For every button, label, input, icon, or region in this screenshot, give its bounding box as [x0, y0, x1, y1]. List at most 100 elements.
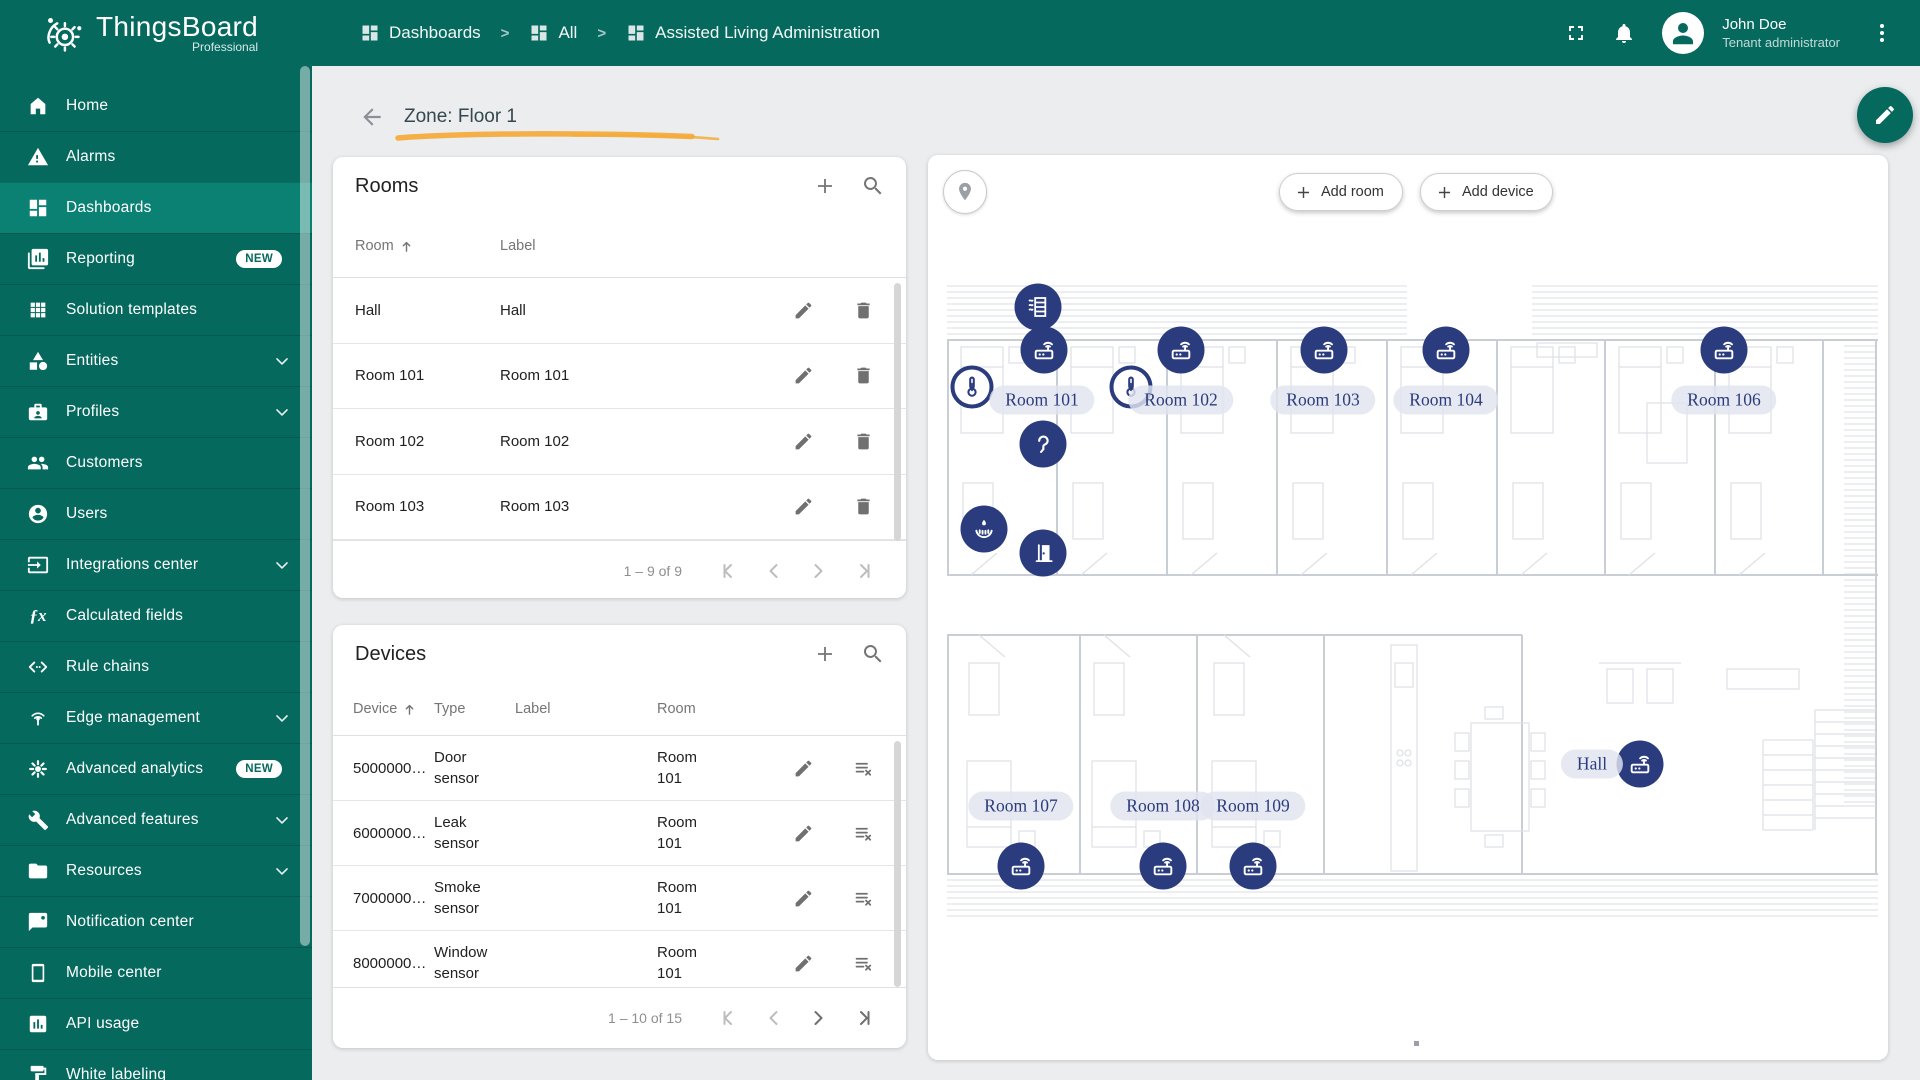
edit-room-button[interactable]	[786, 490, 820, 524]
breadcrumb-item-all[interactable]: All	[529, 23, 577, 43]
sidebar-item-mobile-center[interactable]: Mobile center	[0, 947, 312, 998]
edit-room-button[interactable]	[786, 293, 820, 327]
add-room-button[interactable]: Add room	[1279, 173, 1403, 211]
gateway-marker[interactable]	[1229, 842, 1277, 890]
room-table-row[interactable]: Room 101 Room 101	[333, 344, 906, 409]
sidebar-item-dashboards[interactable]: Dashboards	[0, 182, 312, 233]
sidebar-item-alarms[interactable]: Alarms	[0, 131, 312, 182]
gateway-marker[interactable]	[1700, 326, 1748, 374]
unassign-device-button[interactable]	[846, 751, 880, 785]
edit-room-button[interactable]	[786, 359, 820, 393]
sidebar-item-white-labeling[interactable]: White labeling	[0, 1049, 312, 1080]
door-marker[interactable]	[1019, 529, 1067, 577]
rooms-table-scrollbar[interactable]	[894, 283, 901, 541]
gateway-marker[interactable]	[1300, 326, 1348, 374]
devices-sort-header[interactable]: Device	[333, 701, 434, 718]
building-marker[interactable]	[1014, 283, 1062, 331]
delete-room-button[interactable]	[846, 424, 880, 458]
map-label-room-107[interactable]: Room 107	[968, 791, 1074, 821]
sidebar-item-resources[interactable]: Resources	[0, 845, 312, 896]
map-label-hall[interactable]: Hall	[1560, 749, 1624, 779]
devices-label-header[interactable]: Label	[515, 701, 657, 717]
rooms-sort-header[interactable]: Room	[333, 238, 500, 255]
hook-marker[interactable]	[1019, 420, 1067, 468]
breadcrumb-item-assisted-living-administration[interactable]: Assisted Living Administration	[626, 23, 880, 43]
fullscreen-button[interactable]	[1556, 13, 1596, 53]
leak-marker[interactable]	[960, 505, 1008, 553]
devices-search-button[interactable]	[856, 637, 890, 671]
gateway-marker[interactable]	[1422, 326, 1470, 374]
map-label-room-101[interactable]: Room 101	[989, 385, 1095, 415]
gateway-marker[interactable]	[997, 842, 1045, 890]
map-label-room-109[interactable]: Room 109	[1200, 791, 1306, 821]
map-label-room-104[interactable]: Room 104	[1393, 385, 1499, 415]
delete-room-button[interactable]	[846, 359, 880, 393]
first-page-button[interactable]	[708, 551, 752, 591]
unassign-device-button[interactable]	[846, 816, 880, 850]
unassign-device-button[interactable]	[846, 881, 880, 915]
add-device-row-button[interactable]	[808, 637, 842, 671]
previous-page-button[interactable]	[752, 998, 796, 1038]
sidebar-item-solution-templates[interactable]: Solution templates	[0, 284, 312, 335]
edit-device-button[interactable]	[786, 946, 820, 980]
sidebar-item-notification-center[interactable]: Notification center	[0, 896, 312, 947]
room-table-row[interactable]: Room 102 Room 102	[333, 409, 906, 475]
breadcrumb-item-dashboards[interactable]: Dashboards	[360, 23, 481, 43]
devices-type-header[interactable]: Type	[434, 701, 515, 717]
unassign-device-button[interactable]	[846, 946, 880, 980]
add-room-row-button[interactable]	[808, 169, 842, 203]
rooms-search-button[interactable]	[856, 169, 890, 203]
gateway-marker[interactable]	[1616, 740, 1664, 788]
add-device-button[interactable]: Add device	[1420, 173, 1553, 211]
sidebar-item-rule-chains[interactable]: Rule chains	[0, 641, 312, 692]
rooms-label-header[interactable]: Label	[500, 238, 906, 254]
map-position-button[interactable]	[943, 170, 987, 214]
edit-room-button[interactable]	[786, 424, 820, 458]
next-page-button[interactable]	[796, 998, 840, 1038]
last-page-button[interactable]	[840, 998, 884, 1038]
notifications-button[interactable]	[1604, 13, 1644, 53]
sidebar-scrollbar[interactable]	[300, 66, 310, 946]
sidebar-item-calculated-fields[interactable]: ƒx Calculated fields	[0, 590, 312, 641]
devices-table-scrollbar[interactable]	[894, 741, 901, 987]
devices-room-header[interactable]: Room	[657, 701, 721, 717]
last-page-button[interactable]	[840, 551, 884, 591]
sidebar-item-customers[interactable]: Customers	[0, 437, 312, 488]
user-menu-button[interactable]	[1862, 13, 1902, 53]
sidebar-item-edge-management[interactable]: Edge management	[0, 692, 312, 743]
edit-device-button[interactable]	[786, 751, 820, 785]
gateway-marker[interactable]	[1157, 326, 1205, 374]
sidebar-item-entities[interactable]: Entities	[0, 335, 312, 386]
device-table-row[interactable]: 8000000… Window sensor Room 101	[333, 931, 906, 987]
edit-device-button[interactable]	[786, 816, 820, 850]
edit-dashboard-fab[interactable]	[1857, 87, 1913, 143]
map-label-room-106[interactable]: Room 106	[1671, 385, 1777, 415]
next-page-button[interactable]	[796, 551, 840, 591]
device-table-row[interactable]: 7000000… Smoke sensor Room 101	[333, 866, 906, 931]
thermometer-marker[interactable]	[950, 365, 994, 409]
avatar[interactable]	[1662, 12, 1705, 54]
sidebar-item-integrations-center[interactable]: Integrations center	[0, 539, 312, 590]
gateway-marker[interactable]	[1020, 326, 1068, 374]
sidebar-item-api-usage[interactable]: API usage	[0, 998, 312, 1049]
sidebar-item-advanced-features[interactable]: Advanced features	[0, 794, 312, 845]
device-table-row[interactable]: 5000000… Door sensor Room 101	[333, 736, 906, 801]
sidebar-item-advanced-analytics[interactable]: Advanced analytics NEW	[0, 743, 312, 794]
map-label-room-103[interactable]: Room 103	[1270, 385, 1376, 415]
sidebar-item-profiles[interactable]: Profiles	[0, 386, 312, 437]
room-table-row[interactable]: Room 103 Room 103	[333, 475, 906, 540]
back-button[interactable]	[356, 102, 388, 134]
room-table-row[interactable]: Hall Hall	[333, 278, 906, 344]
delete-room-button[interactable]	[846, 490, 880, 524]
sidebar-item-home[interactable]: Home	[0, 80, 312, 131]
map-label-room-102[interactable]: Room 102	[1128, 385, 1234, 415]
previous-page-button[interactable]	[752, 551, 796, 591]
sidebar-item-reporting[interactable]: Reporting NEW	[0, 233, 312, 284]
device-table-row[interactable]: 6000000… Leak sensor Room 101	[333, 801, 906, 866]
gateway-marker[interactable]	[1139, 842, 1187, 890]
edit-device-button[interactable]	[786, 881, 820, 915]
delete-room-button[interactable]	[846, 293, 880, 327]
first-page-button[interactable]	[708, 998, 752, 1038]
logo[interactable]: ThingsBoard Professional	[0, 10, 312, 56]
sidebar-item-users[interactable]: Users	[0, 488, 312, 539]
